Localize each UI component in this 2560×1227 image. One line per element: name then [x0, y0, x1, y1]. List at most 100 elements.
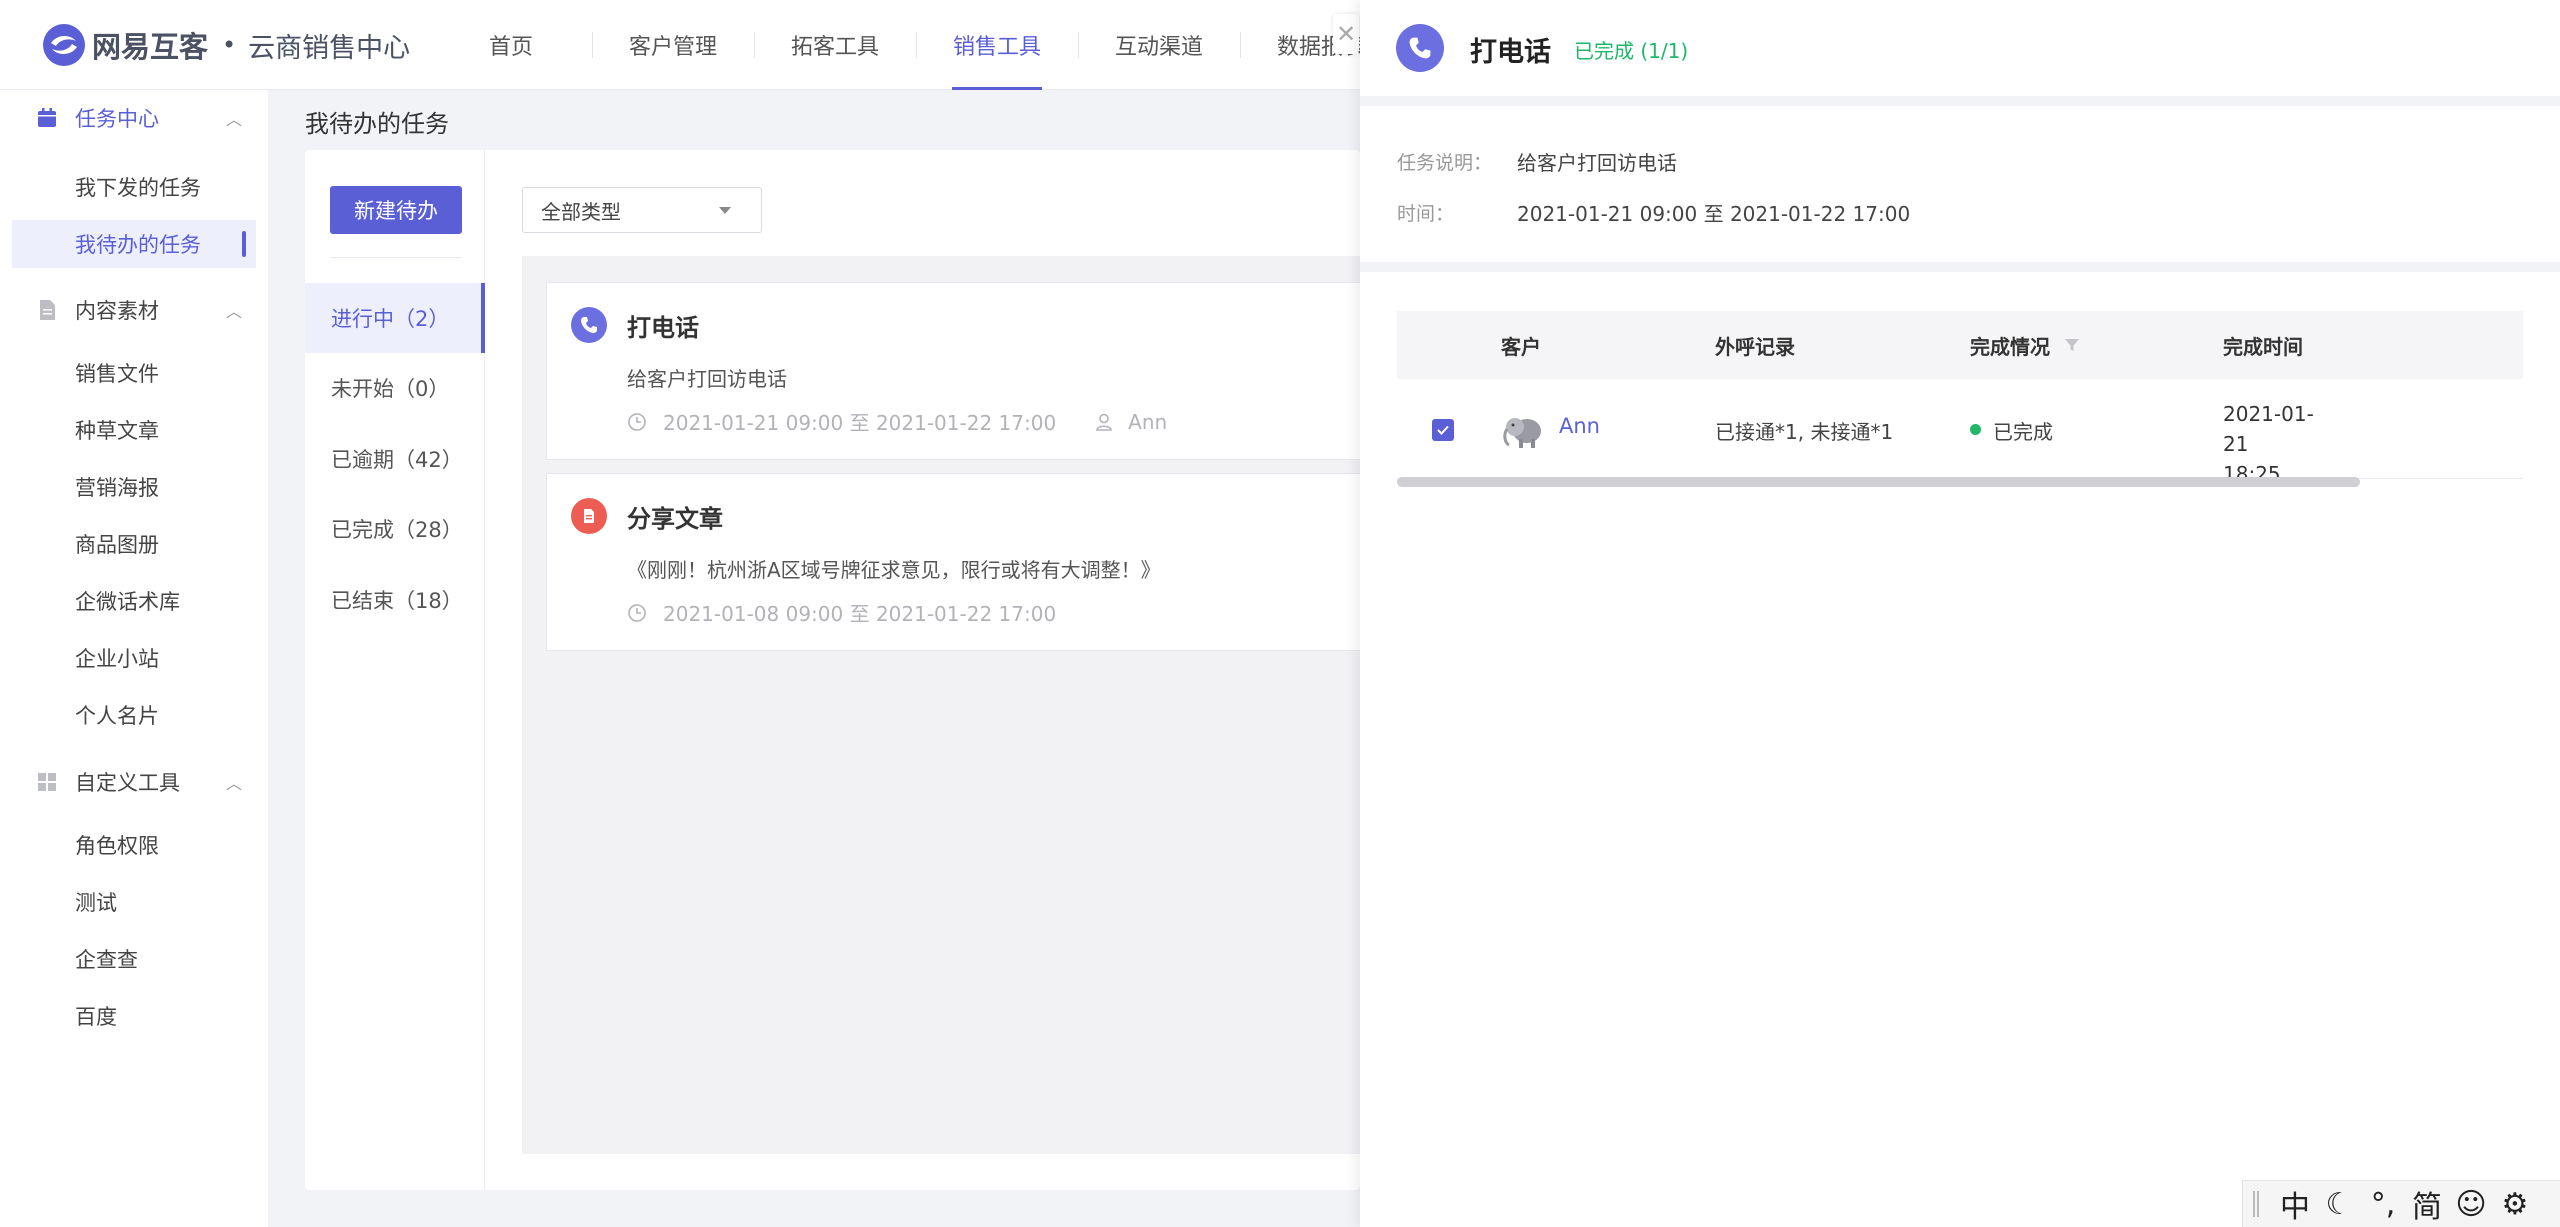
task-time: 2021-01-08 09:00 至 2021-01-22 17:00 — [663, 602, 1057, 626]
sidebar-item-articles[interactable]: 种草文章 — [12, 406, 256, 454]
task-meta: 2021-01-08 09:00 至 2021-01-22 17:00 — [627, 598, 1056, 627]
brand-subtitle: 云商销售中心 — [248, 32, 411, 64]
emoji-icon[interactable]: ☺ — [2449, 1184, 2493, 1224]
column-header-status: 完成情况 — [1970, 311, 2080, 379]
task-description: 《刚刚！杭州浙A区域号牌征求意见，限行或将有大调整！》 — [627, 558, 1161, 582]
column-header-customer: 客户 — [1501, 334, 1541, 359]
call-record: 已接通*1, 未接通*1 — [1715, 420, 1894, 444]
brand-separator: • — [222, 31, 237, 59]
finish-date: 2021-01-21 — [2223, 402, 2314, 456]
phone-icon — [571, 307, 607, 343]
sidebar-group-label: 任务中心 — [75, 107, 159, 131]
filter-icon[interactable] — [2064, 337, 2080, 353]
sidebar-group-label: 内容素材 — [75, 299, 159, 323]
sidebar-item-label: 个人名片 — [75, 704, 159, 728]
task-type-select[interactable]: 全部类型 — [522, 187, 762, 233]
task-card-phone-call[interactable]: 打电话 给客户打回访电话 2021-01-21 09:00 至 2021-01-… — [546, 282, 1360, 460]
sidebar-item-label: 商品图册 — [75, 533, 159, 557]
task-card-share-article[interactable]: 分享文章 《刚刚！杭州浙A区域号牌征求意见，限行或将有大调整！》 2021-01… — [546, 473, 1360, 651]
sidebar-item-product-album[interactable]: 商品图册 — [12, 520, 256, 568]
article-icon — [571, 498, 607, 534]
nav-item-sales-tools[interactable]: 销售工具 — [916, 0, 1078, 90]
sidebar-item-sales-files[interactable]: 销售文件 — [12, 349, 256, 397]
sidebar-item-issued-tasks[interactable]: 我下发的任务 — [12, 163, 256, 211]
status-dot — [1970, 424, 1981, 435]
sidebar-item-role-permissions[interactable]: 角色权限 — [12, 821, 256, 869]
status-tab-overdue[interactable]: 已逾期（42） — [305, 424, 484, 494]
sidebar-item-qichacha[interactable]: 企查查 — [12, 935, 256, 983]
sidebar-group-label: 自定义工具 — [75, 771, 180, 795]
table-row: Ann 已接通*1, 未接通*1 已完成 2021-01-21 18:25 — [1397, 379, 2523, 486]
task-title: 打电话 — [627, 314, 699, 342]
section-divider — [1360, 262, 2560, 272]
moon-icon[interactable]: ☾ — [2317, 1184, 2361, 1224]
sidebar-item-label: 企查查 — [75, 948, 138, 972]
horizontal-scrollbar[interactable] — [1397, 477, 2360, 487]
task-detail-drawer: 打电话 已完成 (1/1) 任务说明： 给客户打回访电话 时间： 2021-01… — [1360, 0, 2560, 1227]
settings-icon[interactable]: ⚙ — [2493, 1184, 2537, 1224]
sidebar-item-my-todo-tasks[interactable]: 我待办的任务 — [12, 220, 256, 268]
task-time: 2021-01-21 09:00 至 2021-01-22 17:00 — [663, 411, 1057, 435]
sidebar-item-label: 营销海报 — [75, 476, 159, 500]
sidebar-item-test[interactable]: 测试 — [12, 878, 256, 926]
brand-logo[interactable]: 网易互客 • 云商销售中心 — [42, 22, 410, 68]
table-header: 客户 外呼记录 完成情况 完成时间 — [1397, 311, 2523, 379]
chevron-up-icon: ︿ — [226, 110, 243, 129]
ime-toolbar: 中 ☾ °, 简 ☺ ⚙ — [2242, 1180, 2560, 1227]
sidebar-group-task-center[interactable]: 任务中心 ︿ — [0, 90, 268, 146]
brand-name: 网易互客 — [92, 30, 209, 64]
sidebar-item-label: 测试 — [75, 891, 117, 915]
sidebar-item-mini-site[interactable]: 企业小站 — [12, 634, 256, 682]
sidebar-item-business-card[interactable]: 个人名片 — [12, 691, 256, 739]
new-todo-button[interactable]: 新建待办 — [330, 186, 462, 234]
customer-name-link[interactable]: Ann — [1559, 414, 1600, 438]
task-title: 分享文章 — [627, 505, 723, 533]
sidebar-item-label: 我待办的任务 — [75, 233, 201, 257]
sidebar-group-content[interactable]: 内容素材 ︿ — [0, 282, 268, 338]
main-nav: 首页 客户管理 拓客工具 销售工具 互动渠道 数据报表 — [430, 0, 1402, 90]
sidebar-item-baidu[interactable]: 百度 — [12, 992, 256, 1040]
drag-handle[interactable] — [2253, 1191, 2259, 1217]
chevron-up-icon: ︿ — [226, 302, 243, 321]
status-tab-ended[interactable]: 已结束（18） — [305, 565, 484, 635]
nav-item-home[interactable]: 首页 — [430, 0, 592, 90]
simplified-toggle[interactable]: 简 — [2405, 1184, 2449, 1225]
status-tab-in-progress[interactable]: 进行中（2） — [305, 283, 485, 353]
nav-item-prospecting[interactable]: 拓客工具 — [754, 0, 916, 90]
grid-icon — [38, 773, 56, 791]
punctuation-toggle[interactable]: °, — [2361, 1184, 2405, 1224]
task-desc-value: 给客户打回访电话 — [1517, 151, 1677, 175]
select-value: 全部类型 — [541, 199, 621, 224]
status-tab-completed[interactable]: 已完成（28） — [305, 494, 484, 564]
clock-icon — [628, 412, 646, 431]
nav-item-customers[interactable]: 客户管理 — [592, 0, 754, 90]
page-title: 我待办的任务 — [305, 110, 449, 138]
sidebar-item-script-library[interactable]: 企微话术库 — [12, 577, 256, 625]
sidebar-item-label: 企业小站 — [75, 647, 159, 671]
section-divider — [1360, 96, 2560, 106]
sidebar-group-custom-tools[interactable]: 自定义工具 ︿ — [0, 754, 268, 810]
task-time-value: 2021-01-21 09:00 至 2021-01-22 17:00 — [1517, 202, 1911, 226]
clock-icon — [628, 603, 646, 622]
close-drawer-button[interactable]: ✕ — [1333, 14, 1359, 54]
sidebar-item-label: 企微话术库 — [75, 590, 180, 614]
sidebar-item-label: 角色权限 — [75, 834, 159, 858]
chinese-mode-toggle[interactable]: 中 — [2273, 1184, 2317, 1225]
status-text: 已完成 — [1993, 420, 2053, 444]
sidebar-item-label: 百度 — [75, 1005, 117, 1029]
divider — [330, 257, 462, 258]
drawer-status-badge: 已完成 (1/1) — [1574, 39, 1689, 63]
row-checkbox[interactable] — [1432, 419, 1454, 441]
sidebar-item-label: 我下发的任务 — [75, 176, 201, 200]
nav-item-channels[interactable]: 互动渠道 — [1078, 0, 1240, 90]
status-tab-not-started[interactable]: 未开始（0） — [305, 353, 484, 423]
sidebar-item-posters[interactable]: 营销海报 — [12, 463, 256, 511]
task-meta: 2021-01-21 09:00 至 2021-01-22 17:00 Ann — [627, 407, 1167, 436]
sidebar-item-label: 销售文件 — [75, 362, 159, 386]
user-icon — [1096, 413, 1112, 431]
column-header-finish-time: 完成时间 — [2223, 334, 2303, 359]
drawer-title: 打电话 — [1470, 37, 1551, 68]
column-header-label: 完成情况 — [1970, 334, 2050, 359]
task-desc-label: 任务说明： — [1397, 152, 1493, 174]
phone-icon — [1396, 24, 1444, 72]
